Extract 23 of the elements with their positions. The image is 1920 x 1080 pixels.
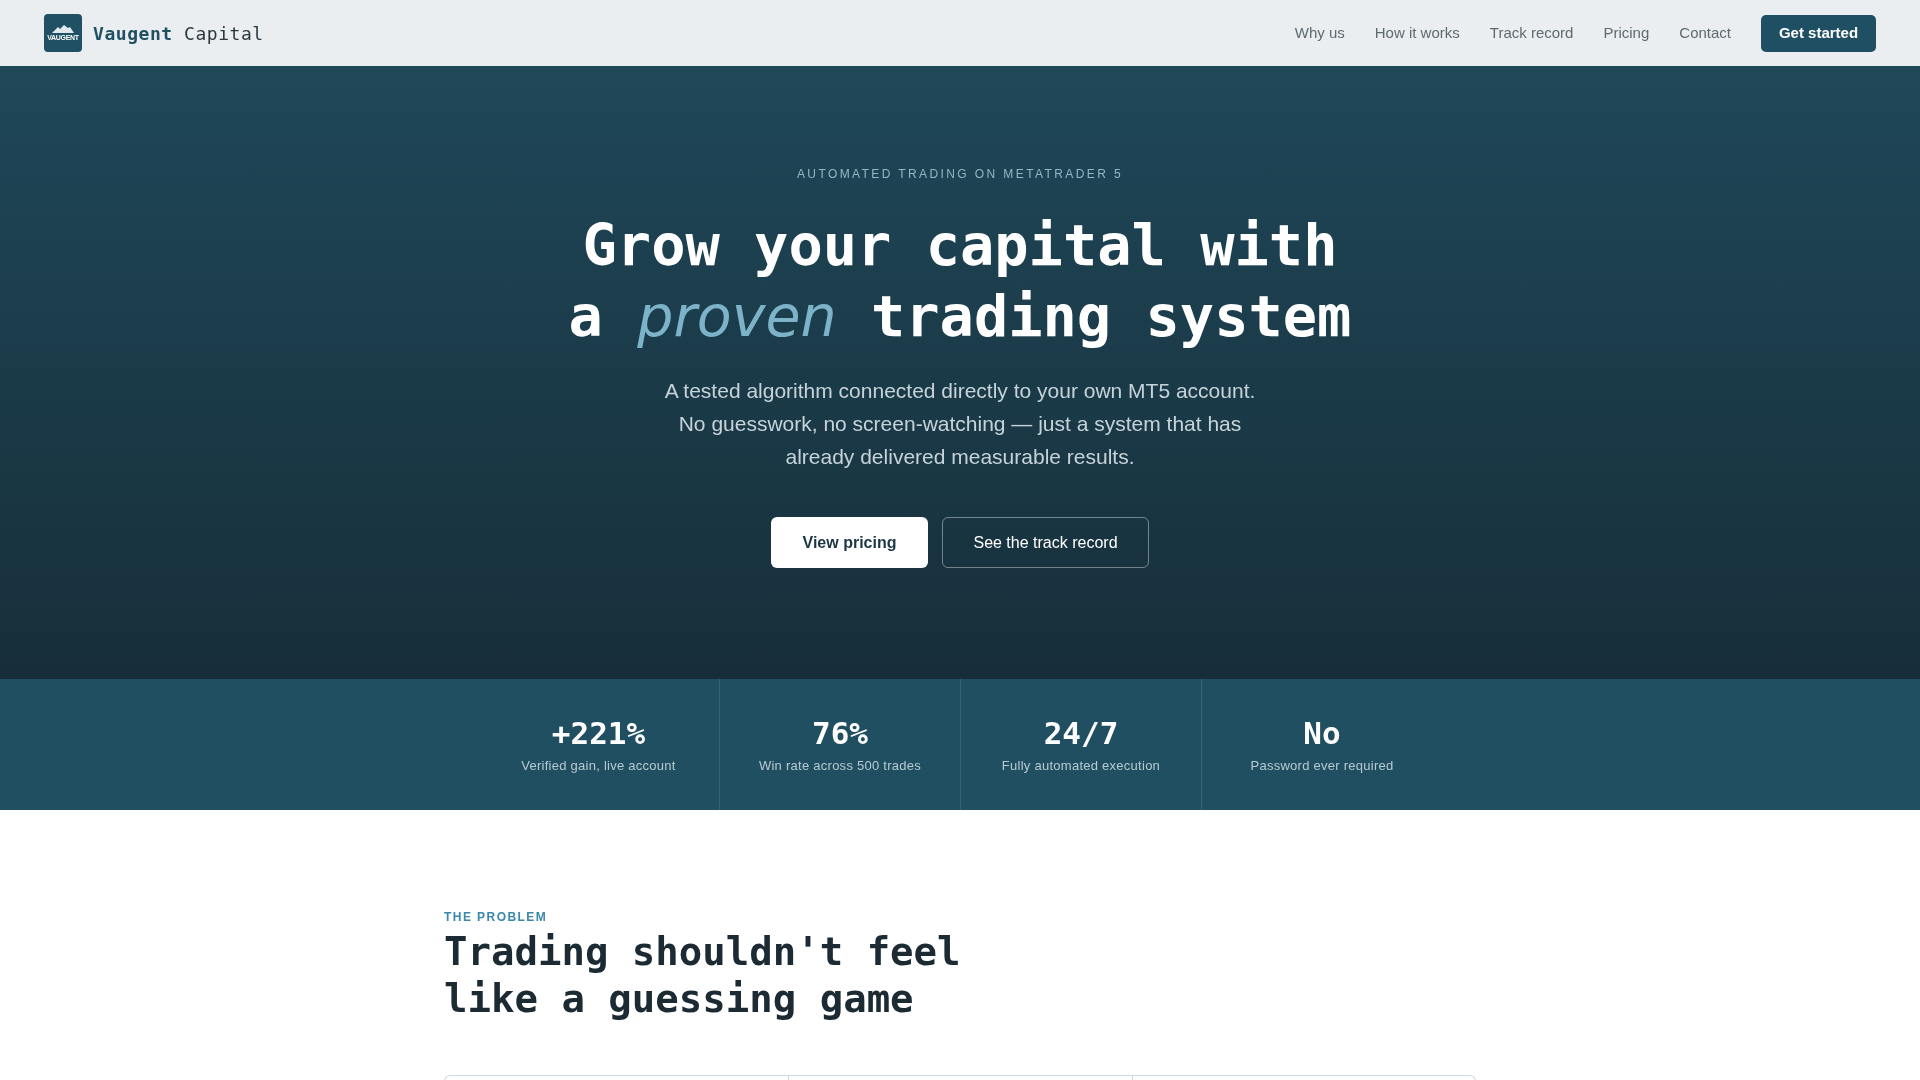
hero-eyebrow: AUTOMATED TRADING ON METATRADER 5 [796,166,1124,182]
stat-value: 24/7 [1043,714,1119,751]
stat-label: Fully automated execution [1001,756,1161,775]
stat-value: 76% [812,714,868,751]
mountain-icon [52,24,74,33]
nav-link[interactable]: Contact [1679,21,1731,45]
nav-link[interactable]: Pricing [1603,21,1650,45]
stat-value: No [1303,714,1341,751]
nav-link[interactable]: How it works [1374,21,1460,45]
nav-link[interactable]: Why us [1294,21,1345,45]
primary-button[interactable]: View pricing [771,517,928,568]
section-eyebrow: THE PROBLEM [444,909,549,925]
stat-value: +221% [551,714,646,751]
outline-button[interactable]: See the track record [942,517,1149,568]
get-started-button[interactable]: Get started [1761,14,1876,52]
brand-name[interactable]: Vaugent Capital [93,19,264,47]
stat-label: Win rate across 500 trades [758,756,922,775]
hero-subtitle: A tested algorithm connected directly to your own MT5 account. No guesswork, no screen-watching — just a system that has already delivered measurable results. [663,378,1257,470]
nav-link[interactable]: Track record [1489,21,1574,45]
section-heading: Trading shouldn't feel like a guessing game [444,928,962,1022]
stat-label: Verified gain, live account [521,756,676,775]
stat-label: Password ever required [1250,756,1394,775]
hero-headline: Grow your capital with a proven trading system [567,211,1353,351]
